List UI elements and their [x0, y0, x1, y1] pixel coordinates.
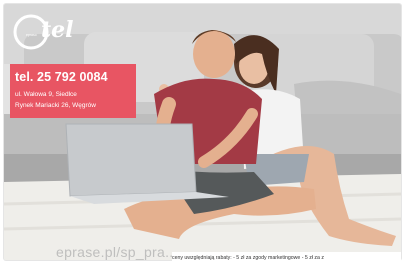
watermark: eprase.pl/sp_pra... [56, 244, 178, 260]
phone-number[interactable]: tel. 25 792 0084 [15, 70, 108, 84]
tel-logo[interactable]: epraso tel [13, 14, 74, 50]
logo-small-text: epraso [26, 33, 37, 37]
address-line-1: ul. Wałowa 9, Siedlce [15, 91, 77, 98]
contact-panel: tel. 25 792 0084 ul. Wałowa 9, Siedlce R… [10, 64, 136, 118]
address-line-2: Rynek Mariacki 26, Węgrów [15, 102, 96, 109]
footer-disclaimer: ceny uwzględniają rabaty: - 5 zł za zgod… [172, 252, 401, 264]
banner: epraso tel tel. 25 792 0084 ul. Wałowa 9… [4, 4, 401, 260]
logo-brand: tel [41, 17, 74, 43]
